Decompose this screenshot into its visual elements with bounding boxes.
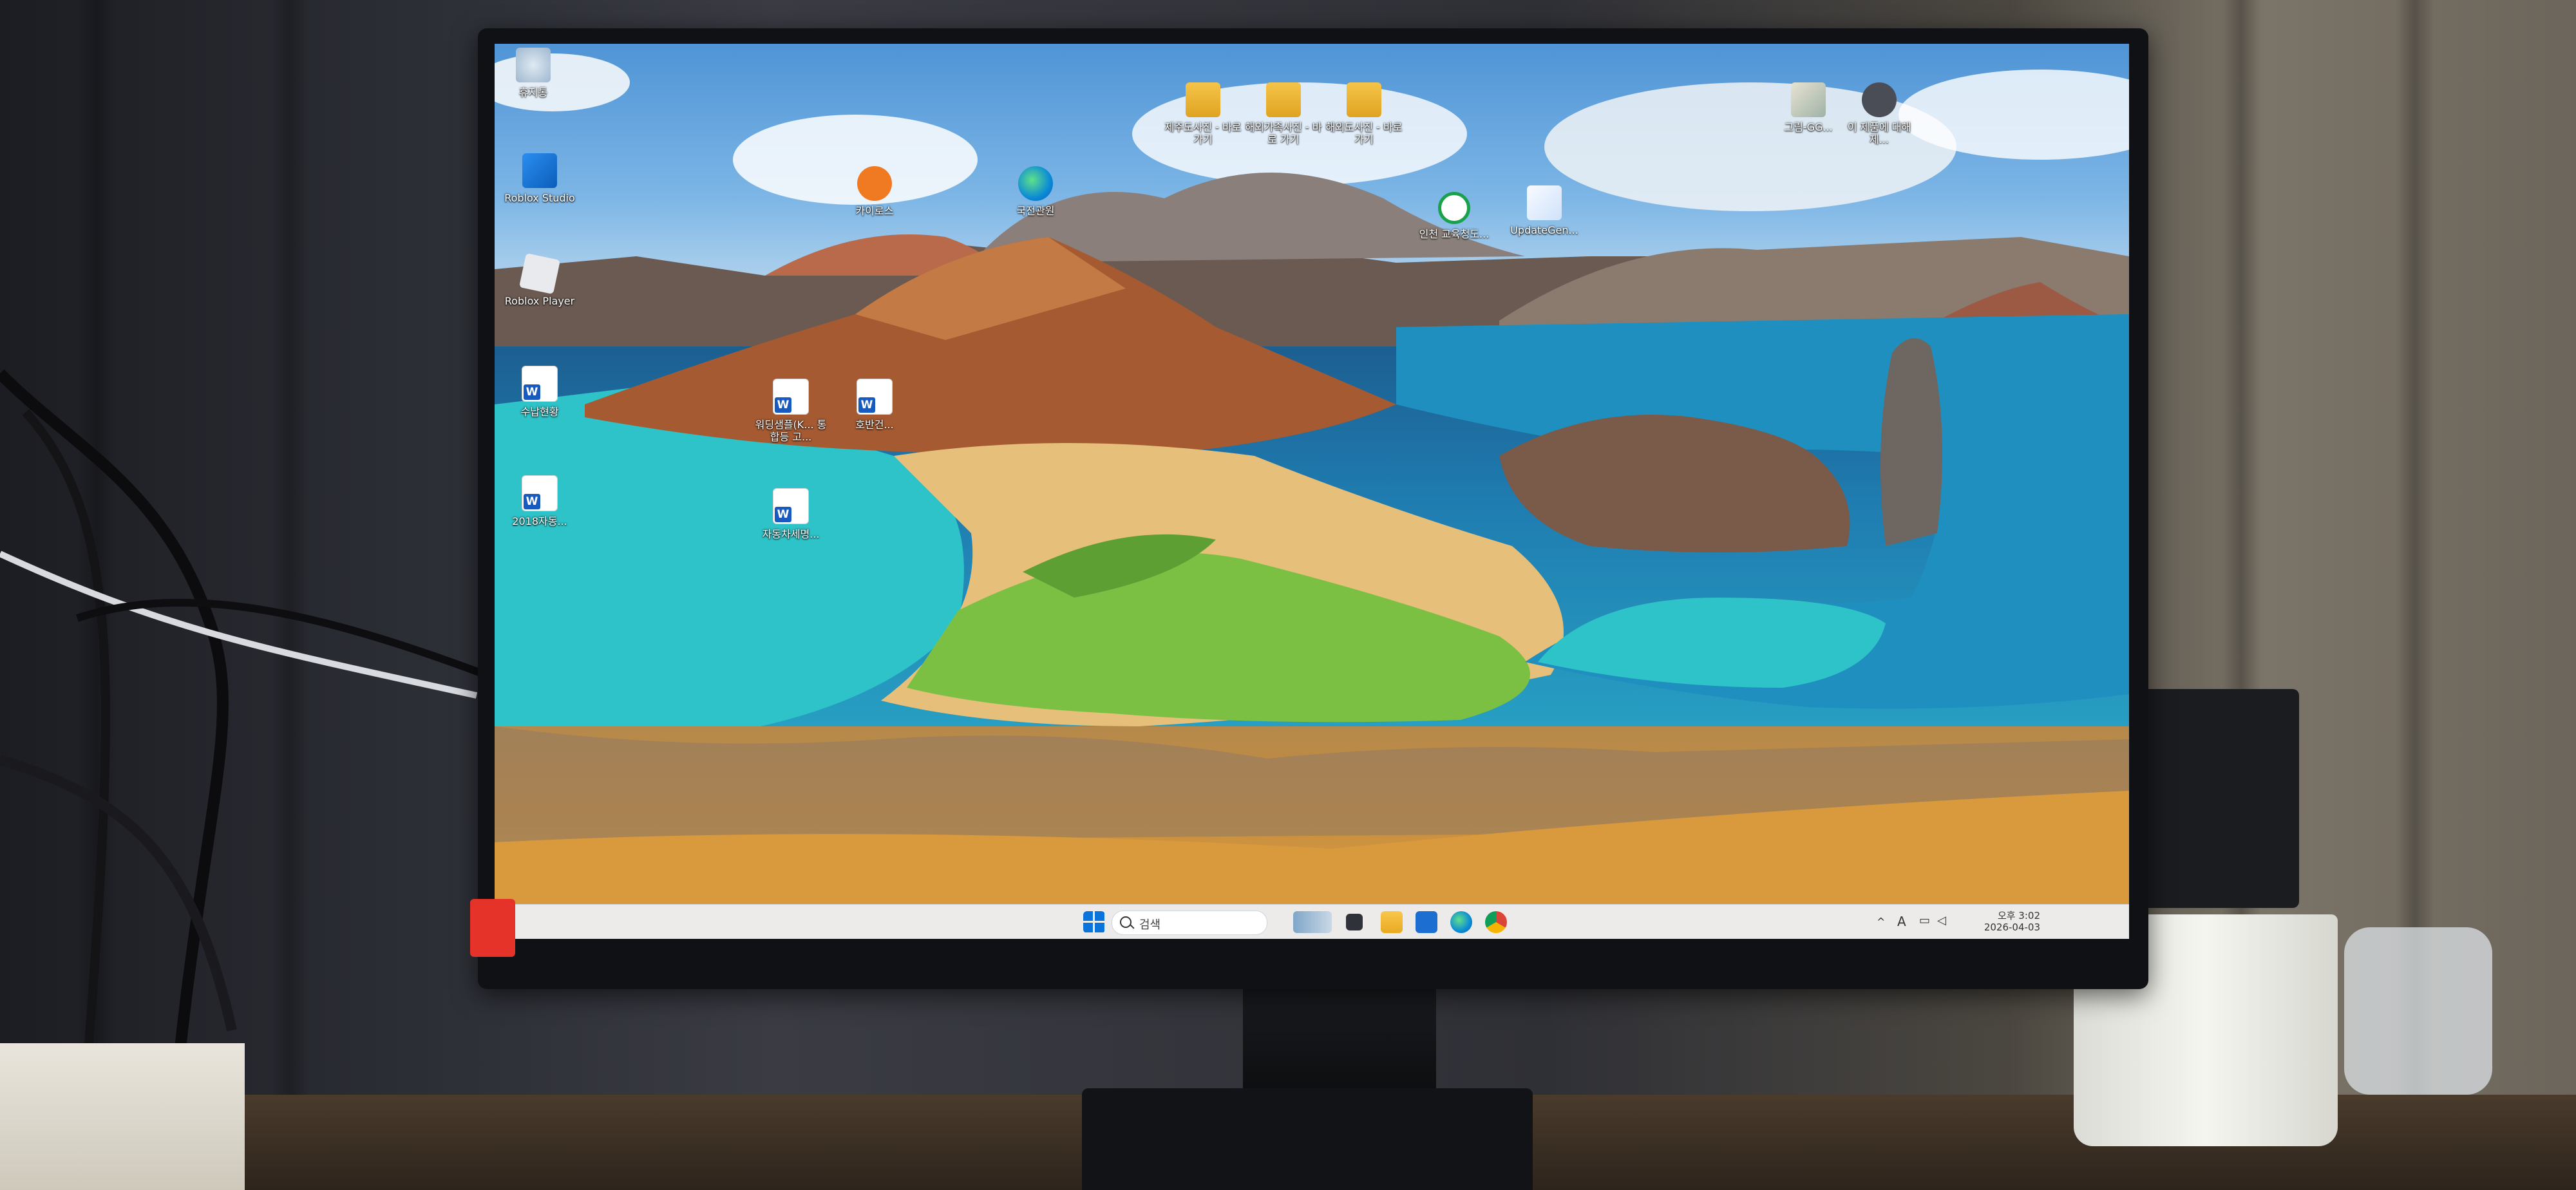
edge-taskbar-icon[interactable] bbox=[1450, 911, 1472, 933]
desktop-icon-label: 호반건... bbox=[855, 419, 894, 431]
help-app-icon bbox=[1862, 82, 1897, 117]
word-document-icon bbox=[522, 366, 558, 402]
desktop-icon-word-doc-3[interactable]: 워딩샘플(K... 통합등 고... bbox=[752, 379, 829, 443]
tray-date[interactable]: 2026-04-03 bbox=[1956, 921, 2040, 933]
desktop-icon-word-doc-4[interactable]: 호반건... bbox=[836, 379, 913, 431]
desktop-icon-label: 휴지통 bbox=[518, 86, 548, 99]
folder-icon bbox=[1266, 82, 1301, 117]
desktop-icon-label: 인천 교육청도... bbox=[1419, 228, 1490, 240]
folder-icon bbox=[1186, 82, 1220, 117]
monitor-stand-base bbox=[1082, 1088, 1533, 1190]
desktop-icon-update-gen[interactable]: UpdateGen... bbox=[1506, 185, 1583, 236]
desktop-icon-kairos[interactable]: 카이로스 bbox=[836, 166, 913, 217]
desktop-icon-label: 자동차세명... bbox=[762, 528, 820, 540]
desktop-icon-folder-1[interactable]: 제주도사진 - 바로 가기 bbox=[1164, 82, 1242, 146]
monitor: 휴지통 Roblox Studio Roblox Player 수납현황 201… bbox=[478, 28, 2148, 989]
desktop-icon-green-app[interactable]: 인천 교육청도... bbox=[1416, 192, 1493, 240]
desktop-icon-label: 2018자동... bbox=[512, 515, 567, 527]
word-document-icon bbox=[773, 488, 809, 524]
desktop-icon-edge[interactable]: 국전관원 bbox=[997, 166, 1074, 217]
desktop-icon-roblox-studio[interactable]: Roblox Studio bbox=[501, 153, 578, 204]
desktop-icon-folder-3[interactable]: 해외도사진 - 바로 가기 bbox=[1325, 82, 1403, 146]
paper-stack bbox=[0, 1043, 245, 1190]
desktop-icon-label: 해외가족사진 - 바로 가기 bbox=[1245, 121, 1322, 146]
network-icon[interactable]: ▭ bbox=[1919, 914, 1930, 927]
word-document-icon bbox=[522, 475, 558, 511]
windows-start-icon[interactable] bbox=[1083, 911, 1105, 933]
input-method-icon[interactable]: A bbox=[1897, 914, 1906, 929]
task-view-icon[interactable] bbox=[1346, 914, 1363, 930]
folder-icon bbox=[1347, 82, 1381, 117]
kairos-app-icon bbox=[857, 166, 892, 201]
desktop-icon-pc-shortcut[interactable]: 이 제품에 대해 제... bbox=[1841, 82, 1918, 146]
desktop-icon-word-doc-5[interactable]: 자동차세명... bbox=[752, 488, 829, 540]
chrome-icon[interactable] bbox=[1485, 911, 1507, 933]
monitor-stand-neck bbox=[1243, 989, 1436, 1092]
screen: 휴지통 Roblox Studio Roblox Player 수납현황 201… bbox=[495, 44, 2129, 939]
roblox-player-icon bbox=[518, 252, 561, 295]
search-placeholder: 검색 bbox=[1139, 918, 1161, 932]
microsoft-store-icon[interactable] bbox=[1416, 911, 1437, 933]
widgets-icon[interactable] bbox=[1293, 911, 1332, 933]
desktop-icon-label: Roblox Player bbox=[504, 295, 575, 307]
desktop-icon-folder-2[interactable]: 해외가족사진 - 바로 가기 bbox=[1245, 82, 1322, 146]
desktop-icon-roblox-player[interactable]: Roblox Player bbox=[501, 252, 578, 307]
desktop-icon-word-doc-2[interactable]: 2018자동... bbox=[501, 475, 578, 527]
desktop-icon-recycle-bin[interactable]: 휴지통 bbox=[495, 48, 572, 99]
roblox-studio-icon bbox=[522, 153, 557, 188]
search-icon bbox=[1120, 916, 1132, 928]
file-explorer-icon[interactable] bbox=[1381, 911, 1403, 933]
desktop-icon-label: 카이로스 bbox=[855, 205, 894, 217]
volume-icon[interactable]: ◁ bbox=[1937, 914, 1946, 927]
green-app-icon bbox=[1438, 192, 1470, 224]
image-file-icon bbox=[1791, 82, 1826, 117]
desktop-icon-label: 수납현황 bbox=[520, 406, 559, 418]
tray-time[interactable]: 오후 3:02 bbox=[1969, 909, 2040, 922]
desktop-icon-label: 이 제품에 대해 제... bbox=[1847, 121, 1911, 146]
taskbar-search-box[interactable]: 검색 bbox=[1112, 911, 1267, 935]
recycle-bin-icon bbox=[516, 48, 551, 82]
edge-browser-icon bbox=[1018, 166, 1053, 201]
chevron-up-icon[interactable]: ^ bbox=[1877, 916, 1885, 928]
desktop-icon-label: Roblox Studio bbox=[504, 192, 575, 204]
desktop-icon-label: 그림-GG... bbox=[1784, 121, 1833, 133]
taskbar: 검색 ^ A ▭ ◁ 오후 3:02 2026-04-03 bbox=[495, 904, 2129, 939]
desktop-icon-word-doc-1[interactable]: 수납현황 bbox=[501, 366, 578, 418]
desktop-icon-label: 국전관원 bbox=[1016, 205, 1055, 217]
desktop-icon-label: 제주도사진 - 바로 가기 bbox=[1164, 121, 1242, 146]
desktop-icon-label: 워딩샘플(K... 통합등 고... bbox=[755, 419, 827, 443]
tape-dispenser bbox=[2344, 927, 2492, 1095]
red-sticker bbox=[470, 899, 515, 957]
desktop-icon-label: 해외도사진 - 바로 가기 bbox=[1325, 121, 1403, 146]
word-document-icon bbox=[773, 379, 809, 415]
update-arrow-icon bbox=[1527, 185, 1562, 220]
word-document-icon bbox=[857, 379, 893, 415]
desktop-icon-image-file[interactable]: 그림-GG... bbox=[1770, 82, 1847, 133]
desktop-icon-label: UpdateGen... bbox=[1510, 224, 1578, 236]
